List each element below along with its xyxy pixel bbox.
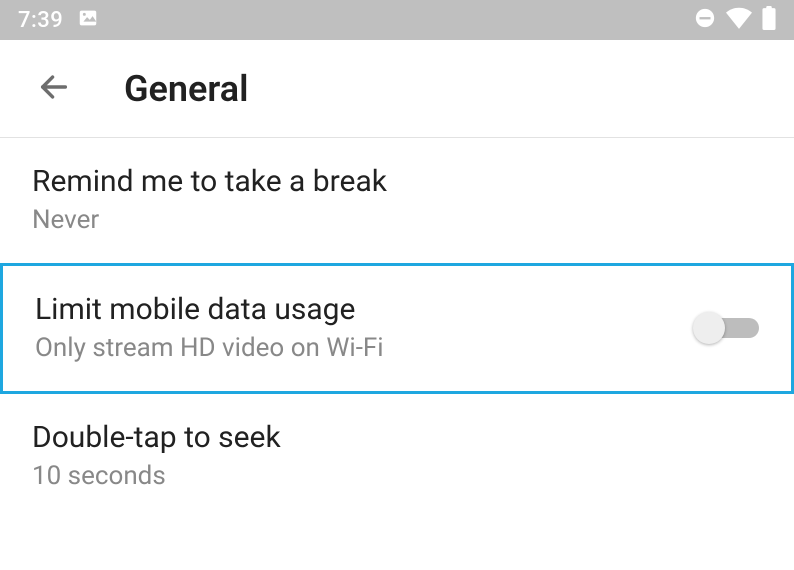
arrow-left-icon [37,70,71,108]
wifi-icon [726,7,752,33]
status-bar: 7:39 [0,0,794,40]
row-double-tap-seek[interactable]: Double-tap to seek 10 seconds [0,394,794,519]
status-left: 7:39 [18,7,99,33]
row-title: Limit mobile data usage [35,292,693,327]
status-right [694,6,776,34]
row-limit-mobile-data[interactable]: Limit mobile data usage Only stream HD v… [0,263,794,394]
page-title: General [124,68,248,110]
row-subtitle: Never [32,205,762,235]
row-subtitle: 10 seconds [32,461,762,491]
status-time: 7:39 [18,8,63,33]
row-subtitle: Only stream HD video on Wi-Fi [35,333,693,363]
row-remind-break[interactable]: Remind me to take a break Never [0,138,794,264]
picture-icon [77,7,99,33]
dnd-icon [694,7,716,33]
app-bar: General [0,40,794,138]
battery-icon [762,6,776,34]
back-button[interactable] [32,67,76,111]
row-title: Remind me to take a break [32,164,762,199]
row-title: Double-tap to seek [32,420,762,455]
settings-list: Remind me to take a break Never Limit mo… [0,138,794,519]
switch-thumb [693,312,725,344]
toggle-limit-mobile-data[interactable] [693,312,759,344]
